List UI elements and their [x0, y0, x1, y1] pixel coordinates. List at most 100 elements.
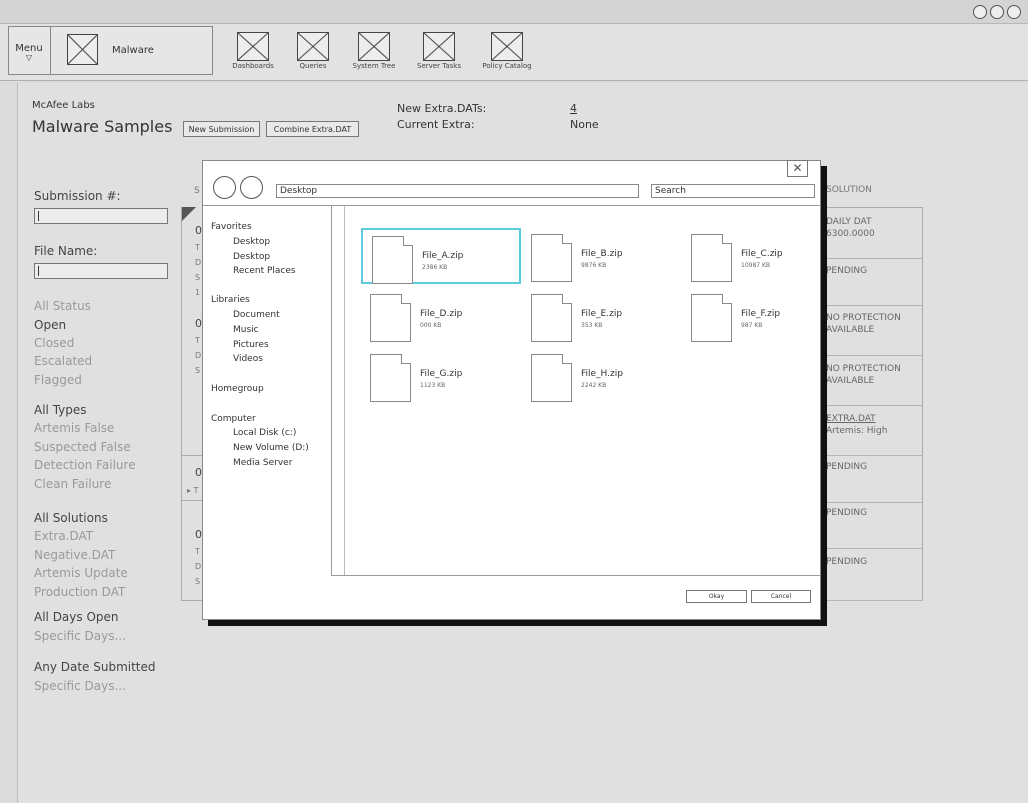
dashboards-icon: [237, 32, 269, 61]
divider: [344, 206, 345, 575]
submission-input[interactable]: [34, 208, 168, 224]
filter-artemis-false[interactable]: Artemis False: [34, 421, 114, 435]
back-icon[interactable]: [213, 176, 236, 199]
file-name: File_H.zip: [581, 369, 623, 379]
new-extra-dats-link[interactable]: 4: [570, 102, 577, 115]
filter-negative-dat[interactable]: Negative.DAT: [34, 548, 115, 562]
filter-suspected-false[interactable]: Suspected False: [34, 440, 131, 454]
nav-item-new-volume[interactable]: New Volume (D:): [233, 443, 309, 453]
nav-item-videos[interactable]: Videos: [233, 354, 263, 364]
file-item[interactable]: File_F.zip 987 KB: [682, 288, 842, 344]
divider: [331, 206, 332, 575]
solution-column-header: SOLUTION: [826, 185, 872, 195]
row-divider: [821, 502, 923, 503]
forward-icon[interactable]: [240, 176, 263, 199]
file-icon: [531, 294, 572, 342]
chevron-down-icon: ▽: [25, 53, 33, 62]
search-input[interactable]: Search: [651, 184, 815, 198]
filter-clean-failure[interactable]: Clean Failure: [34, 477, 111, 491]
file-item[interactable]: File_G.zip 1123 KB: [361, 348, 521, 404]
file-item[interactable]: File_B.zip 9876 KB: [522, 228, 682, 284]
file-item[interactable]: File_E.zip 353 KB: [522, 288, 682, 344]
policy-catalog-icon: [491, 32, 523, 61]
table-cell: 0: [195, 528, 202, 541]
filter-all-status[interactable]: All Status: [34, 299, 91, 313]
filter-all-days-open[interactable]: All Days Open: [34, 610, 119, 624]
file-name: File_E.zip: [581, 309, 623, 319]
filter-closed[interactable]: Closed: [34, 336, 74, 350]
flag-corner-icon: [182, 207, 196, 221]
system-tree-icon: [358, 32, 390, 61]
file-size: 353 KB: [581, 322, 603, 329]
nav-item-recent-places[interactable]: Recent Places: [233, 266, 296, 276]
file-item[interactable]: File_C.zip 10987 KB: [682, 228, 842, 284]
okay-button[interactable]: Okay: [686, 590, 747, 603]
title-bar: [0, 0, 1028, 24]
nav-item-local-disk[interactable]: Local Disk (c:): [233, 428, 296, 438]
solution-cell[interactable]: EXTRA.DAT Artemis: High: [826, 413, 887, 437]
filter-any-date[interactable]: Any Date Submitted: [34, 660, 156, 674]
file-size: 2242 KB: [581, 382, 607, 389]
window-control-icon[interactable]: [973, 5, 987, 19]
queries-icon: [297, 32, 329, 61]
filter-detection-failure[interactable]: Detection Failure: [34, 458, 136, 472]
nav-item-document[interactable]: Document: [233, 310, 280, 320]
table-cell: S: [195, 366, 201, 375]
current-extra-value: None: [570, 118, 599, 131]
nav-group-computer[interactable]: Computer: [211, 414, 256, 424]
table-cell: D: [195, 562, 202, 571]
server-tasks-icon: [423, 32, 455, 61]
file-item[interactable]: File_A.zip 2386 KB: [361, 228, 521, 284]
file-item[interactable]: File_H.zip 2242 KB: [522, 348, 682, 404]
nav-item-pictures[interactable]: Pictures: [233, 340, 269, 350]
nav-group-homegroup[interactable]: Homegroup: [211, 384, 264, 394]
nav-item-media-server[interactable]: Media Server: [233, 458, 292, 468]
window-control-icon[interactable]: [1007, 5, 1021, 19]
file-name: File_B.zip: [581, 249, 623, 259]
file-name: File_C.zip: [741, 249, 783, 259]
file-icon: [691, 294, 732, 342]
file-size: 1123 KB: [420, 382, 446, 389]
filter-open[interactable]: Open: [34, 318, 66, 332]
nav-item-desktop[interactable]: Desktop: [233, 237, 270, 247]
filter-artemis-update[interactable]: Artemis Update: [34, 566, 128, 580]
file-icon: [691, 234, 732, 282]
new-submission-button[interactable]: New Submission: [183, 121, 260, 137]
close-icon[interactable]: ✕: [787, 160, 808, 177]
filter-specific-date[interactable]: Specific Days...: [34, 679, 126, 693]
solution-cell: PENDING: [826, 462, 868, 472]
row-divider: [821, 548, 923, 549]
file-size: 10987 KB: [741, 262, 771, 269]
table-cell: S: [195, 577, 201, 586]
nav-group-favorites[interactable]: Favorites: [211, 222, 252, 232]
table-cell[interactable]: ▸ T: [187, 486, 198, 495]
cancel-button[interactable]: Cancel: [751, 590, 811, 603]
filter-all-types[interactable]: All Types: [34, 403, 87, 417]
filter-all-solutions[interactable]: All Solutions: [34, 511, 108, 525]
nav-item-music[interactable]: Music: [233, 325, 259, 335]
file-icon: [531, 234, 572, 282]
filter-extra-dat[interactable]: Extra.DAT: [34, 529, 93, 543]
extra-dat-link[interactable]: EXTRA.DAT: [826, 413, 887, 425]
menu-button[interactable]: Menu ▽: [8, 26, 51, 75]
current-extra-label: Current Extra:: [397, 118, 475, 131]
file-size: 9876 KB: [581, 262, 607, 269]
table-cell: T: [195, 336, 200, 345]
window-control-icon[interactable]: [990, 5, 1004, 19]
file-item[interactable]: File_D.zip 000 KB: [361, 288, 521, 344]
file-name-input[interactable]: [34, 263, 168, 279]
solution-cell: NO PROTECTION AVAILABLE: [826, 364, 901, 386]
filter-flagged[interactable]: Flagged: [34, 373, 82, 387]
filter-production-dat[interactable]: Production DAT: [34, 585, 125, 599]
app-name: Malware: [112, 45, 154, 56]
filter-escalated[interactable]: Escalated: [34, 354, 92, 368]
path-field[interactable]: Desktop: [276, 184, 639, 198]
table-cell: D: [195, 351, 202, 360]
nav-item-desktop[interactable]: Desktop: [233, 252, 270, 262]
table-cell: D: [195, 258, 202, 267]
filter-specific-days[interactable]: Specific Days...: [34, 629, 126, 643]
nav-group-libraries[interactable]: Libraries: [211, 295, 250, 305]
new-extra-dats-label: New Extra.DATs:: [397, 102, 487, 115]
combine-extra-dat-button[interactable]: Combine Extra.DAT: [266, 121, 359, 137]
row-divider: [821, 405, 923, 406]
